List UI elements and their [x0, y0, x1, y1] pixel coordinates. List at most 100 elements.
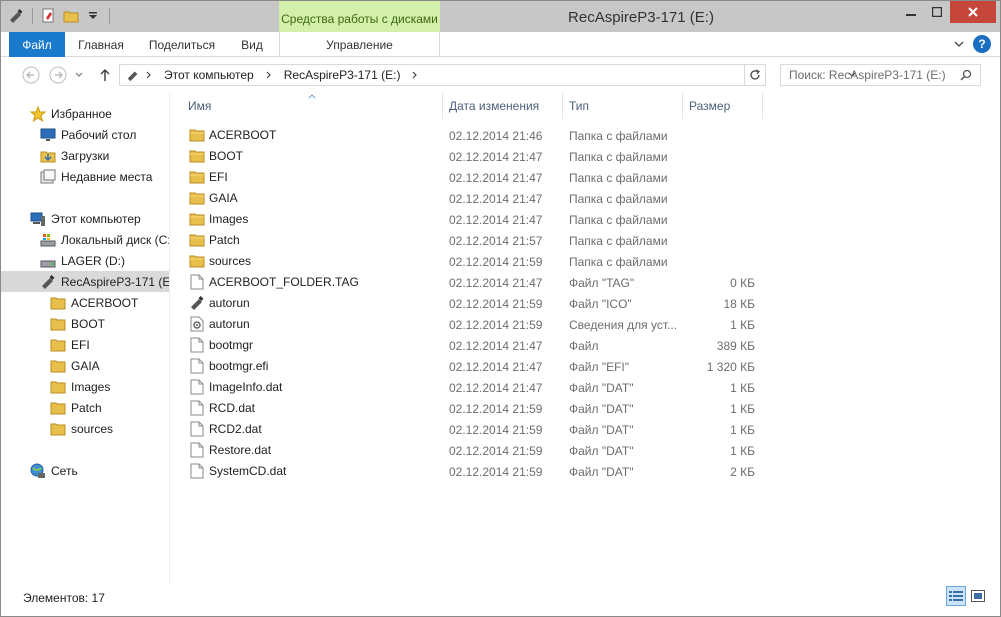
breadcrumb-drive[interactable]: RecAspireP3-171 (E:)	[284, 68, 401, 82]
details-view-button[interactable]	[946, 586, 966, 606]
file-name-cell[interactable]: BOOT	[189, 148, 243, 164]
back-button[interactable]	[21, 65, 41, 85]
file-row[interactable]: bootmgr 02.12.2014 21:47 Файл 389 КБ	[177, 335, 1000, 356]
file-row[interactable]: Patch 02.12.2014 21:57 Папка с файлами	[177, 230, 1000, 251]
file-row[interactable]: EFI 02.12.2014 21:47 Папка с файлами	[177, 167, 1000, 188]
nav-subfolder[interactable]: Patch	[1, 397, 169, 418]
nav-desktop[interactable]: Рабочий стол	[1, 124, 169, 145]
recent-locations-button[interactable]	[73, 65, 85, 85]
file-row[interactable]: RCD.dat 02.12.2014 21:59 Файл "DAT" 1 КБ	[177, 398, 1000, 419]
file-row[interactable]: ACERBOOT_FOLDER.TAG 02.12.2014 21:47 Файл …	[177, 272, 1000, 293]
file-name-cell[interactable]: autorun	[189, 316, 250, 332]
nav-recaspire-drive[interactable]: RecAspireP3-171 (E:)	[1, 271, 169, 292]
large-icons-view-button[interactable]	[968, 586, 988, 606]
nav-subfolder[interactable]: ACERBOOT	[1, 292, 169, 313]
file-name-cell[interactable]: Restore.dat	[189, 442, 271, 458]
nav-network[interactable]: Сеть	[1, 460, 169, 481]
file-date: 02.12.2014 21:59	[449, 465, 543, 479]
tab-share[interactable]: Поделиться	[137, 32, 227, 57]
file-size: 0 КБ	[730, 276, 755, 290]
file-name-cell[interactable]: ImageInfo.dat	[189, 379, 282, 395]
file-row[interactable]: Restore.dat 02.12.2014 21:59 Файл "DAT" 1 К…	[177, 440, 1000, 461]
tab-manage[interactable]: Управление	[279, 32, 440, 57]
file-name-cell[interactable]: autorun	[189, 295, 250, 311]
column-divider[interactable]	[682, 93, 683, 119]
nav-subfolder[interactable]: Images	[1, 376, 169, 397]
tab-file[interactable]: Файл	[9, 32, 65, 57]
properties-icon[interactable]	[40, 7, 58, 25]
file-row[interactable]: Images 02.12.2014 21:47 Папка с файлами	[177, 209, 1000, 230]
address-bar[interactable]: Этот компьютер RecAspireP3-171 (E:)	[119, 64, 856, 86]
file-name-cell[interactable]: ACERBOOT	[189, 127, 276, 143]
minimize-button[interactable]	[898, 1, 924, 23]
chevron-right-icon[interactable]	[264, 70, 274, 80]
file-name-cell[interactable]: bootmgr.efi	[189, 358, 268, 374]
file-name-cell[interactable]: RCD2.dat	[189, 421, 262, 437]
new-folder-icon[interactable]	[62, 7, 80, 25]
refresh-button[interactable]	[744, 64, 766, 86]
file-row[interactable]: SystemCD.dat 02.12.2014 21:59 Файл "DAT" 2 …	[177, 461, 1000, 482]
nav-downloads[interactable]: Загрузки	[1, 145, 169, 166]
file-name-cell[interactable]: GAIA	[189, 190, 238, 206]
chevron-right-icon[interactable]	[144, 70, 154, 80]
file-date: 02.12.2014 21:47	[449, 150, 543, 164]
expand-ribbon-button[interactable]	[951, 36, 967, 52]
column-divider[interactable]	[562, 93, 563, 119]
file-row[interactable]: RCD2.dat 02.12.2014 21:59 Файл "DAT" 1 КБ	[177, 419, 1000, 440]
column-type[interactable]: Тип	[569, 93, 681, 119]
chevron-right-icon[interactable]	[410, 70, 420, 80]
status-bar: Элементов: 17	[1, 583, 1000, 616]
file-name-cell[interactable]: Images	[189, 211, 248, 227]
drive-icon	[39, 274, 57, 290]
drive-icon[interactable]	[7, 7, 25, 25]
file-name-cell[interactable]: Patch	[189, 232, 240, 248]
column-divider[interactable]	[762, 93, 763, 119]
breadcrumb-computer[interactable]: Этот компьютер	[164, 68, 254, 82]
help-icon[interactable]: ?	[973, 35, 991, 53]
forward-button[interactable]	[48, 65, 68, 85]
file-row[interactable]: GAIA 02.12.2014 21:47 Папка с файлами	[177, 188, 1000, 209]
file-row[interactable]: ACERBOOT 02.12.2014 21:46 Папка с файлами	[177, 125, 1000, 146]
nav-subfolder[interactable]: EFI	[1, 334, 169, 355]
file-row[interactable]: autorun 02.12.2014 21:59 Сведения для уст.…	[177, 314, 1000, 335]
nav-subfolder[interactable]: GAIA	[1, 355, 169, 376]
column-divider[interactable]	[442, 93, 443, 119]
customize-qat-icon[interactable]	[84, 7, 102, 25]
folder-icon	[189, 148, 205, 164]
nav-subfolder[interactable]: sources	[1, 418, 169, 439]
search-box[interactable]	[780, 64, 981, 86]
quick-access-toolbar	[7, 7, 113, 25]
file-type: Файл "DAT"	[569, 465, 634, 479]
search-input[interactable]	[781, 68, 956, 82]
column-date[interactable]: Дата изменения	[449, 93, 561, 119]
nav-local-disk[interactable]: Локальный диск (C:)	[1, 229, 169, 250]
file-row[interactable]: bootmgr.efi 02.12.2014 21:47 Файл "EFI" 1 3…	[177, 356, 1000, 377]
nav-recent-places[interactable]: Недавние места	[1, 166, 169, 187]
file-name-cell[interactable]: sources	[189, 253, 251, 269]
column-name[interactable]: Имя	[188, 93, 441, 119]
tab-home[interactable]: Главная	[65, 32, 137, 57]
search-icon[interactable]	[956, 69, 976, 81]
file-type: Файл "DAT"	[569, 423, 634, 437]
file-type: Файл "ICO"	[569, 297, 632, 311]
column-size[interactable]: Размер	[689, 93, 761, 119]
file-row[interactable]: autorun 02.12.2014 21:59 Файл "ICO" 18 КБ	[177, 293, 1000, 314]
file-name-cell[interactable]: ACERBOOT_FOLDER.TAG	[189, 274, 359, 290]
nav-lager-drive[interactable]: LAGER (D:)	[1, 250, 169, 271]
maximize-button[interactable]	[924, 1, 950, 23]
file-name-cell[interactable]: RCD.dat	[189, 400, 255, 416]
file-name-cell[interactable]: SystemCD.dat	[189, 463, 286, 479]
file-row[interactable]: ImageInfo.dat 02.12.2014 21:47 Файл "DAT" 1…	[177, 377, 1000, 398]
file-name-cell[interactable]: EFI	[189, 169, 228, 185]
tab-view[interactable]: Вид	[227, 32, 277, 57]
file-row[interactable]: BOOT 02.12.2014 21:47 Папка с файлами	[177, 146, 1000, 167]
nav-subfolder[interactable]: BOOT	[1, 313, 169, 334]
up-button[interactable]	[95, 65, 115, 85]
nav-favorites[interactable]: Избранное	[1, 103, 169, 124]
close-button[interactable]	[950, 1, 996, 23]
file-row[interactable]: sources 02.12.2014 21:59 Папка с файлами	[177, 251, 1000, 272]
file-type: Папка с файлами	[569, 192, 668, 206]
nav-pane-divider[interactable]	[169, 93, 170, 583]
nav-this-computer[interactable]: Этот компьютер	[1, 208, 169, 229]
file-name-cell[interactable]: bootmgr	[189, 337, 253, 353]
